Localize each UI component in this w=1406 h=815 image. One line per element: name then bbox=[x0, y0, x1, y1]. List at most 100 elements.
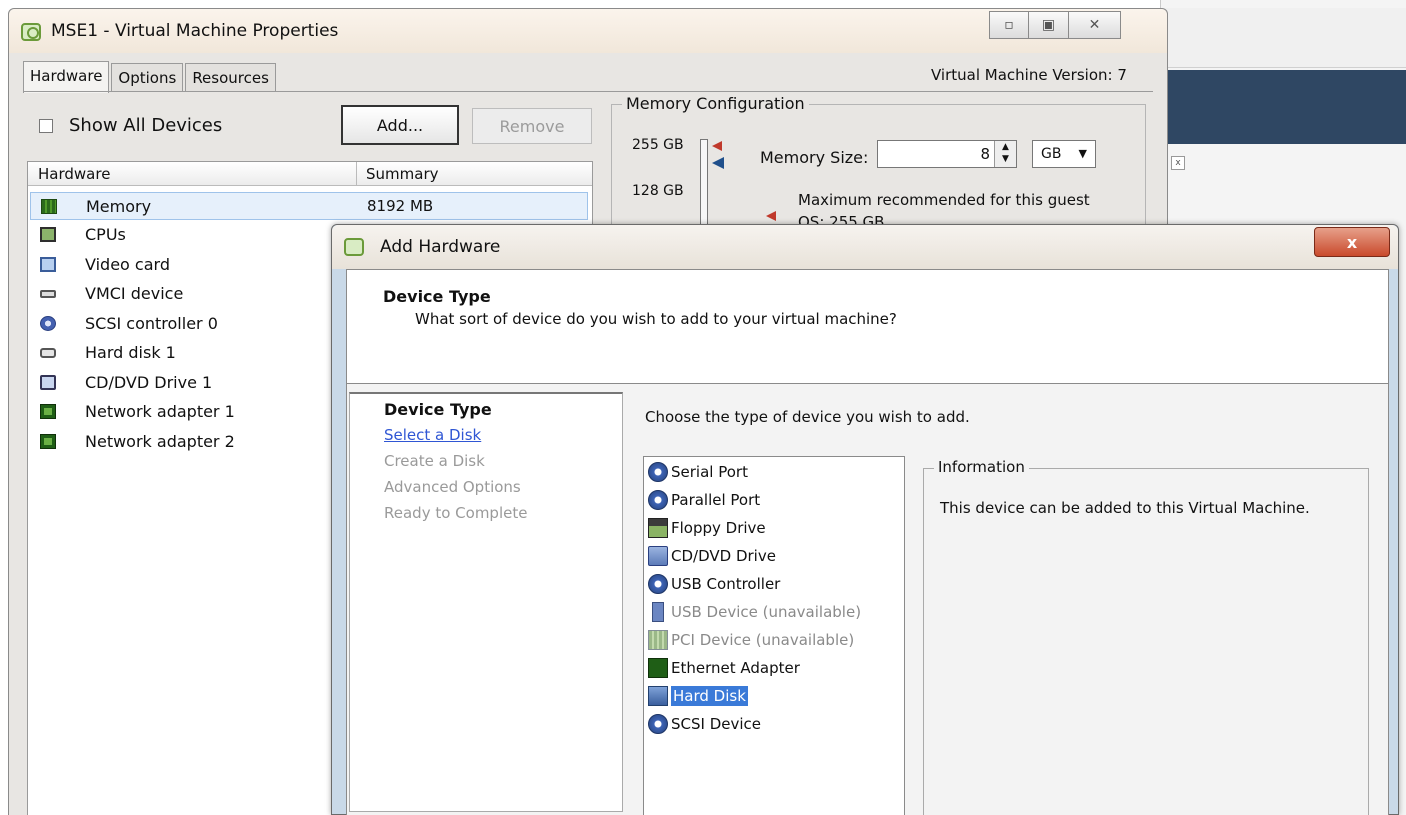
device-parallel-port[interactable]: Parallel Port bbox=[648, 487, 760, 513]
vm-window-titlebar[interactable]: MSE1 - Virtual Machine Properties ▫ ▣ ✕ bbox=[9, 9, 1167, 53]
scsi-controller-icon bbox=[40, 316, 56, 331]
tab-bar: Hardware Options Resources bbox=[23, 61, 278, 93]
dialog-titlebar[interactable]: Add Hardware x bbox=[332, 225, 1398, 269]
floppy-drive-icon bbox=[648, 518, 668, 538]
maximize-button[interactable]: ▣ bbox=[1029, 11, 1069, 39]
step-advanced-options: Advanced Options bbox=[384, 478, 521, 496]
cd-dvd-drive-icon bbox=[648, 546, 668, 566]
step-select-a-disk[interactable]: Select a Disk bbox=[384, 426, 481, 444]
memory-size-spinner[interactable]: ▲ ▼ bbox=[994, 141, 1016, 167]
dialog-title: Add Hardware bbox=[380, 237, 501, 257]
hard-disk-icon bbox=[40, 348, 56, 358]
window-controls: ▫ ▣ ✕ bbox=[989, 11, 1121, 41]
dialog-app-icon bbox=[344, 238, 364, 256]
device-floppy-drive[interactable]: Floppy Drive bbox=[648, 515, 766, 541]
device-label: SCSI Device bbox=[671, 715, 762, 733]
ethernet-adapter-icon bbox=[648, 658, 668, 678]
hardware-row-label: Network adapter 2 bbox=[85, 432, 235, 451]
pci-device-icon bbox=[648, 630, 668, 650]
close-icon: ✕ bbox=[1088, 17, 1101, 33]
hardware-row-label: Video card bbox=[85, 255, 170, 274]
device-label: USB Device (unavailable) bbox=[671, 603, 862, 621]
serial-port-icon bbox=[648, 462, 668, 482]
tab-resources[interactable]: Resources bbox=[185, 63, 276, 91]
device-usb-controller[interactable]: USB Controller bbox=[648, 571, 780, 597]
information-group: Information This device can be added to … bbox=[923, 458, 1369, 815]
device-scsi-device[interactable]: SCSI Device bbox=[648, 711, 761, 737]
show-all-devices-label[interactable]: Show All Devices bbox=[69, 115, 222, 136]
dialog-content: Device Type What sort of device do you w… bbox=[346, 269, 1389, 815]
maximize-icon: ▣ bbox=[1041, 17, 1056, 33]
memory-unit-select[interactable]: GB bbox=[1032, 140, 1096, 168]
device-hard-disk[interactable]: Hard Disk bbox=[648, 683, 748, 709]
add-hardware-dialog: Add Hardware x Device Type What sort of … bbox=[331, 224, 1399, 815]
cd-dvd-icon bbox=[40, 375, 56, 390]
memory-icon bbox=[41, 199, 57, 214]
background-close-icon[interactable]: x bbox=[1171, 156, 1185, 170]
current-memory-marker-icon[interactable] bbox=[712, 157, 724, 169]
show-all-devices-checkbox[interactable] bbox=[39, 119, 53, 133]
step-create-a-disk: Create a Disk bbox=[384, 452, 485, 470]
hardware-row-label: CD/DVD Drive 1 bbox=[85, 373, 213, 392]
tab-options[interactable]: Options bbox=[111, 63, 184, 91]
column-header-summary[interactable]: Summary bbox=[366, 165, 439, 183]
add-button[interactable]: Add... bbox=[341, 105, 459, 145]
usb-device-icon bbox=[652, 602, 664, 622]
network-adapter-icon bbox=[40, 434, 56, 449]
device-serial-port[interactable]: Serial Port bbox=[648, 459, 748, 485]
vm-app-icon bbox=[21, 23, 41, 41]
hardware-row-label: Memory bbox=[86, 197, 152, 216]
dialog-header-title: Device Type bbox=[383, 287, 491, 306]
network-adapter-icon bbox=[40, 404, 56, 419]
hardware-row-label: VMCI device bbox=[85, 284, 184, 303]
device-label: Ethernet Adapter bbox=[671, 659, 800, 677]
background-top-strip bbox=[1161, 8, 1406, 68]
column-header-hardware[interactable]: Hardware bbox=[38, 165, 110, 183]
information-legend: Information bbox=[934, 458, 1029, 476]
device-label: Hard Disk bbox=[671, 686, 748, 706]
cpu-icon bbox=[40, 227, 56, 242]
hardware-row-summary: 8192 MB bbox=[367, 197, 434, 215]
information-text: This device can be added to this Virtual… bbox=[940, 499, 1310, 517]
device-ethernet-adapter[interactable]: Ethernet Adapter bbox=[648, 655, 800, 681]
video-card-icon bbox=[40, 257, 56, 272]
vm-version-label: Virtual Machine Version: 7 bbox=[931, 66, 1127, 84]
vm-window-title: MSE1 - Virtual Machine Properties bbox=[51, 21, 339, 41]
device-type-list: Serial Port Parallel Port Floppy Drive C… bbox=[643, 456, 905, 815]
recommended-memory-marker-icon bbox=[766, 211, 776, 221]
device-label: Floppy Drive bbox=[671, 519, 766, 537]
minimize-button[interactable]: ▫ bbox=[989, 11, 1029, 39]
scsi-device-icon bbox=[648, 714, 668, 734]
memory-tick-128: 128 GB bbox=[632, 183, 684, 199]
device-label: Serial Port bbox=[671, 463, 748, 481]
minimize-icon: ▫ bbox=[1004, 17, 1014, 33]
choose-device-label: Choose the type of device you wish to ad… bbox=[645, 408, 970, 426]
dialog-header-subtitle: What sort of device do you wish to add t… bbox=[415, 310, 897, 328]
device-label: Parallel Port bbox=[671, 491, 761, 509]
step-device-type: Device Type bbox=[384, 400, 492, 419]
parallel-port-icon bbox=[648, 490, 668, 510]
remove-button[interactable]: Remove bbox=[472, 108, 592, 144]
device-label: CD/DVD Drive bbox=[671, 547, 776, 565]
device-cd-dvd-drive[interactable]: CD/DVD Drive bbox=[648, 543, 776, 569]
step-ready-to-complete: Ready to Complete bbox=[384, 504, 528, 522]
hardware-row-memory[interactable]: Memory 8192 MB bbox=[30, 192, 588, 220]
hardware-row-label: SCSI controller 0 bbox=[85, 314, 218, 333]
memory-configuration-legend: Memory Configuration bbox=[622, 94, 809, 113]
hardware-row-label: Hard disk 1 bbox=[85, 343, 176, 362]
wizard-steps: Device Type Select a Disk Create a Disk … bbox=[349, 392, 623, 812]
device-label: USB Controller bbox=[671, 575, 781, 593]
memory-tick-255: 255 GB bbox=[632, 137, 684, 153]
background-nav-bar bbox=[1161, 70, 1406, 144]
dialog-close-button[interactable]: x bbox=[1314, 227, 1390, 257]
hardware-list-header: Hardware Summary bbox=[28, 162, 592, 186]
device-label: PCI Device (unavailable) bbox=[671, 631, 855, 649]
hard-disk-icon bbox=[648, 686, 668, 706]
hardware-row-label: Network adapter 1 bbox=[85, 402, 235, 421]
vmci-icon bbox=[40, 290, 56, 298]
close-button[interactable]: ✕ bbox=[1069, 11, 1121, 39]
tab-hardware[interactable]: Hardware bbox=[23, 61, 110, 93]
hardware-row-label: CPUs bbox=[85, 225, 126, 244]
memory-size-label: Memory Size: bbox=[760, 148, 869, 167]
column-separator[interactable] bbox=[356, 162, 357, 186]
